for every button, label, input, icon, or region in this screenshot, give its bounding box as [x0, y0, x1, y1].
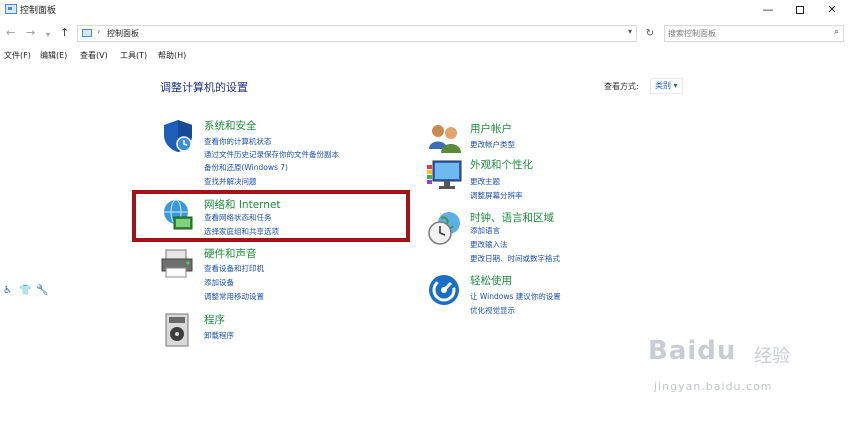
printer-icon[interactable]: [160, 246, 196, 282]
link-optimize-visual-display[interactable]: 优化视觉显示: [470, 305, 515, 316]
wrench-icon[interactable]: 🔧: [36, 285, 48, 296]
chevron-down-icon[interactable]: ▾: [628, 27, 632, 36]
minimize-button[interactable]: —: [752, 0, 784, 20]
menu-tools[interactable]: 工具(T): [120, 50, 147, 61]
link-devices-printers[interactable]: 查看设备和打印机: [204, 263, 264, 274]
accessibility-person-icon[interactable]: ♿: [3, 285, 12, 296]
link-change-date-time-format[interactable]: 更改日期、时间或数字格式: [470, 253, 560, 264]
recent-locations-button[interactable]: ▾: [46, 28, 50, 42]
link-mobility-settings[interactable]: 调整常用移动设置: [204, 291, 264, 302]
link-let-windows-suggest[interactable]: 让 Windows 建议你的设置: [470, 291, 561, 302]
clock-globe-icon[interactable]: [427, 210, 463, 246]
watermark-brand-cn: 经验: [754, 346, 790, 367]
up-button[interactable]: ↑: [60, 26, 69, 40]
menu-file[interactable]: 文件(F): [4, 50, 31, 61]
menu-bar: 文件(F) 编辑(E) 查看(V) 工具(T) 帮助(H): [0, 49, 850, 63]
category-title[interactable]: 外观和个性化: [470, 157, 533, 172]
link-backup-restore[interactable]: 备份和还原(Windows 7): [204, 162, 288, 173]
title-bar: 控制面板 — ✕: [0, 0, 850, 20]
breadcrumb-separator-icon[interactable]: ›: [97, 27, 100, 36]
link-add-language[interactable]: 添加语言: [470, 225, 500, 236]
accessibility-icon[interactable]: [427, 273, 463, 309]
menu-help[interactable]: 帮助(H): [158, 50, 186, 61]
link-screen-resolution[interactable]: 调整屏幕分辨率: [470, 190, 523, 201]
users-icon[interactable]: [427, 121, 463, 157]
refresh-button[interactable]: ↻: [642, 25, 658, 42]
shield-icon[interactable]: [160, 118, 196, 154]
link-uninstall-program[interactable]: 卸载程序: [204, 330, 234, 341]
category-title[interactable]: 系统和安全: [204, 118, 257, 133]
control-panel-icon: [82, 29, 92, 37]
watermark-brand: Baidu: [648, 336, 737, 366]
side-toolbar: ♿ 👕 🔧: [3, 285, 51, 301]
category-title[interactable]: 程序: [204, 312, 225, 327]
breadcrumb[interactable]: 控制面板: [107, 28, 139, 39]
link-troubleshoot[interactable]: 查找并解决问题: [204, 176, 257, 187]
category-title[interactable]: 用户帐户: [470, 121, 512, 136]
search-input[interactable]: [668, 28, 818, 39]
view-by-label: 查看方式:: [604, 82, 639, 91]
view-mode-dropdown[interactable]: 类别 ▾: [650, 78, 683, 94]
search-icon[interactable]: ⌕: [834, 27, 839, 37]
shirt-icon[interactable]: 👕: [19, 285, 31, 296]
back-button[interactable]: ←: [6, 26, 15, 40]
link-change-input-method[interactable]: 更改输入法: [470, 239, 508, 250]
window-title: 控制面板: [20, 6, 57, 16]
control-panel-icon: [5, 4, 17, 14]
address-bar[interactable]: › 控制面板 ▾: [77, 25, 637, 42]
link-file-history-backup[interactable]: 通过文件历史记录保存你的文件备份副本: [204, 149, 339, 160]
highlight-box: [132, 190, 410, 242]
menu-view[interactable]: 查看(V): [80, 50, 108, 61]
watermark: Baidu 经验 jingyan.baidu.com: [646, 330, 806, 410]
link-view-computer-status[interactable]: 查看你的计算机状态: [204, 136, 272, 147]
category-title[interactable]: 硬件和声音: [204, 246, 257, 261]
link-add-device[interactable]: 添加设备: [204, 277, 234, 288]
category-title[interactable]: 轻松使用: [470, 273, 512, 288]
monitor-palette-icon[interactable]: [427, 157, 463, 193]
forward-button[interactable]: →: [26, 26, 35, 40]
address-row: ← → ▾ ↑ › 控制面板 ▾ ↻ ⌕: [0, 22, 850, 46]
menu-edit[interactable]: 编辑(E): [40, 50, 67, 61]
search-box[interactable]: ⌕: [664, 25, 844, 42]
link-change-theme[interactable]: 更改主题: [470, 176, 500, 187]
watermark-url: jingyan.baidu.com: [654, 380, 773, 393]
link-change-account-type[interactable]: 更改帐户类型: [470, 139, 515, 150]
maximize-button[interactable]: [784, 0, 816, 20]
category-title[interactable]: 时钟、语言和区域: [470, 210, 554, 225]
programs-icon[interactable]: [160, 312, 196, 348]
close-button[interactable]: ✕: [816, 0, 848, 20]
page-title: 调整计算机的设置: [160, 81, 248, 94]
